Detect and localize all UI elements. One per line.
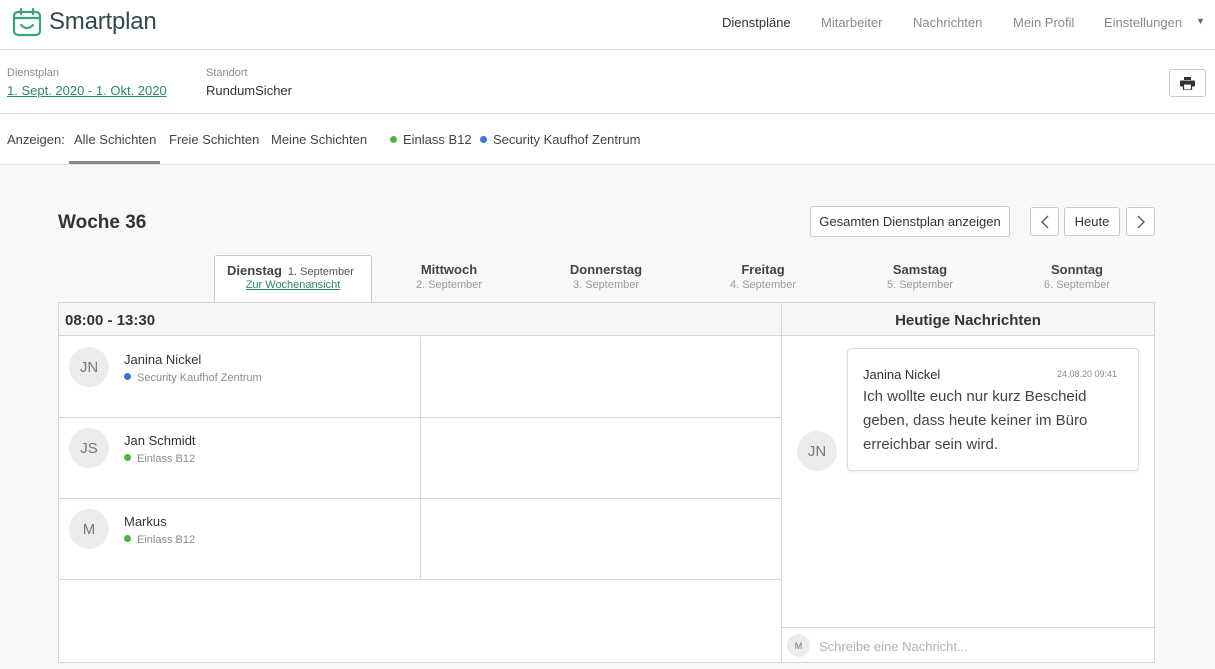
chevron-left-icon (1040, 215, 1048, 228)
avatar: JN (69, 347, 109, 387)
plan-label: Dienstplan (7, 67, 59, 79)
day-name: Samstag (892, 262, 948, 277)
nav-label: Mitarbeiter (821, 14, 883, 30)
week-view-link[interactable]: Zur Wochenansicht (215, 279, 371, 291)
day-date: 6. September (1043, 279, 1111, 291)
location-dot-icon (124, 454, 131, 461)
avatar: M (787, 634, 810, 657)
tab-meine-schichten[interactable]: Meine Schichten (271, 132, 367, 147)
message-composer: M (782, 627, 1154, 662)
app-logo[interactable]: Smartplan (12, 7, 157, 37)
location-dot-icon (480, 136, 487, 143)
location-dot-icon (124, 535, 131, 542)
nav-label: Einstellungen (1104, 14, 1183, 30)
message-card: Janina Nickel 24.08.20 09:41 Ich wollte … (847, 348, 1139, 471)
employee-location-label: Einlass B12 (137, 534, 196, 546)
employee-location-label: Security Kaufhof Zentrum (137, 372, 262, 384)
day-tab-freitag[interactable]: Freitag 4. September (703, 262, 823, 291)
plan-date-range-link[interactable]: 1. Sept. 2020 - 1. Okt. 2020 (7, 83, 167, 98)
tab-alle-schichten[interactable]: Alle Schichten (74, 132, 156, 147)
nav-label: Dienstpläne (722, 14, 791, 30)
nav-label: Nachrichten (913, 14, 983, 30)
filter-label: Anzeigen: (7, 132, 65, 147)
message-timestamp: 24.08.20 09:41 (1057, 369, 1118, 379)
dropdown-caret-icon[interactable]: ▼ (1196, 16, 1205, 26)
day-name: Freitag (741, 262, 785, 277)
avatar: M (69, 509, 109, 549)
location-dot-icon (390, 136, 397, 143)
day-schedule-panel: 08:00 - 13:30 JN Janina Nickel Security … (58, 302, 1155, 663)
employee-name: Markus (124, 514, 167, 529)
day-name: Sonntag (1051, 262, 1103, 277)
next-week-button[interactable] (1126, 207, 1155, 236)
nav-item-einstellungen[interactable]: Einstellungen (1104, 0, 1182, 44)
day-date: 3. September (572, 279, 640, 291)
day-tab-sonntag[interactable]: Sonntag 6. September (1017, 262, 1137, 291)
tab-freie-schichten[interactable]: Freie Schichten (169, 132, 259, 147)
day-date: 4. September (729, 279, 797, 291)
message-input[interactable] (819, 635, 1139, 657)
location-filter-einlass[interactable]: Einlass B12 (390, 132, 472, 147)
printer-icon (1180, 76, 1195, 90)
employee-location: Security Kaufhof Zentrum (124, 372, 262, 384)
day-name: Mittwoch (420, 262, 478, 277)
day-tab-donnerstag[interactable]: Donnerstag 3. September (546, 262, 666, 291)
top-navigation-bar: Smartplan Dienstpläne Mitarbeiter Nachri… (0, 0, 1215, 50)
week-title: Woche 36 (58, 212, 147, 233)
messages-header: Heutige Nachrichten (782, 303, 1154, 336)
today-button[interactable]: Heute (1064, 207, 1120, 236)
message-text: Ich wollte euch nur kurz Bescheid geben,… (863, 388, 1088, 453)
shift-row[interactable]: JS Jan Schmidt Einlass B12 (59, 418, 782, 499)
column-divider (420, 337, 421, 418)
day-date: 2. September (415, 279, 483, 291)
nav-item-dienstplaene[interactable]: Dienstpläne (722, 0, 791, 44)
nav-item-mein-profil[interactable]: Mein Profil (1013, 0, 1074, 44)
message-author: Janina Nickel (863, 367, 941, 382)
day-name: Donnerstag (569, 262, 643, 277)
nav-item-nachrichten[interactable]: Nachrichten (913, 0, 982, 44)
location-filter-security[interactable]: Security Kaufhof Zentrum (480, 132, 640, 147)
location-filter-label: Einlass B12 (403, 132, 472, 147)
chevron-right-icon (1137, 215, 1145, 228)
location-filter-label: Security Kaufhof Zentrum (493, 132, 641, 147)
app-name: Smartplan (49, 8, 157, 35)
employee-name: Jan Schmidt (124, 433, 196, 448)
shift-row[interactable]: M Markus Einlass B12 (59, 499, 782, 580)
shift-row[interactable]: JN Janina Nickel Security Kaufhof Zentru… (59, 337, 782, 418)
nav-label: Mein Profil (1013, 14, 1075, 30)
column-divider (420, 418, 421, 499)
location-value: RundumSicher (206, 83, 292, 98)
avatar: JS (69, 428, 109, 468)
employee-location: Einlass B12 (124, 534, 195, 546)
location-dot-icon (124, 373, 131, 380)
employee-name: Janina Nickel (124, 352, 202, 367)
column-divider (420, 499, 421, 580)
calendar-smile-icon (12, 7, 42, 37)
panel-divider (781, 303, 782, 662)
day-tab-mittwoch[interactable]: Mittwoch 2. September (389, 262, 509, 291)
filter-bar: Anzeigen: Alle Schichten Freie Schichten… (0, 115, 1215, 165)
shift-time-header: 08:00 - 13:30 (59, 303, 782, 336)
employee-location: Einlass B12 (124, 453, 195, 465)
day-date: 5. September (886, 279, 954, 291)
day-name: Dienstag (227, 263, 282, 278)
print-button[interactable] (1169, 69, 1206, 97)
previous-week-button[interactable] (1030, 207, 1059, 236)
day-date: 1. September (287, 266, 354, 278)
avatar: JN (797, 431, 837, 471)
active-tab-indicator (69, 161, 160, 164)
nav-item-mitarbeiter[interactable]: Mitarbeiter (821, 0, 882, 44)
day-tab-samstag[interactable]: Samstag 5. September (860, 262, 980, 291)
day-tab-dienstag[interactable]: Dienstag 1. September Zur Wochenansicht (214, 255, 372, 302)
plan-info-bar: Dienstplan 1. Sept. 2020 - 1. Okt. 2020 … (0, 51, 1215, 114)
employee-location-label: Einlass B12 (137, 453, 196, 465)
full-plan-button[interactable]: Gesamten Dienstplan anzeigen (810, 206, 1010, 237)
location-label: Standort (206, 67, 248, 79)
